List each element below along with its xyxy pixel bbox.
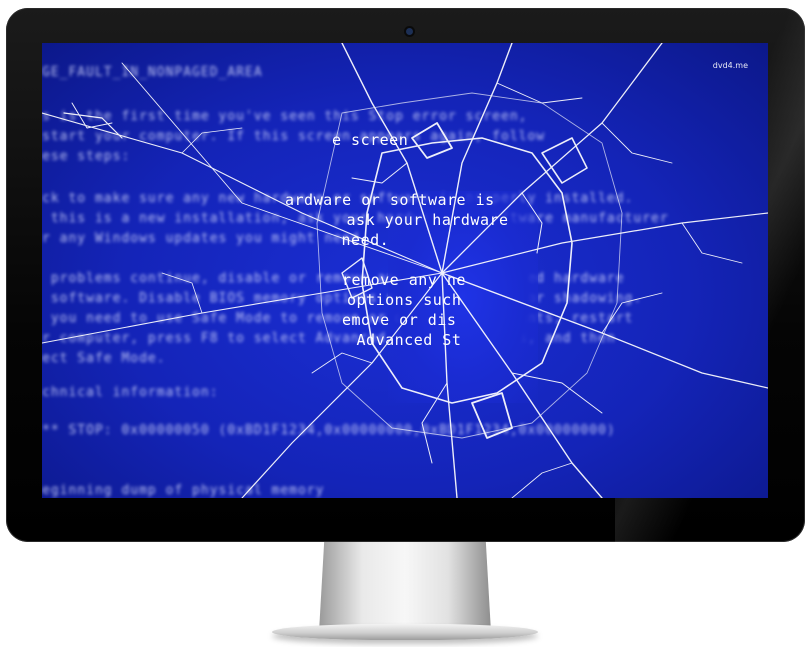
monitor-screen: GE_FAULT_IN_NONPAGED_AREA s is the first…: [42, 43, 768, 498]
webcam-icon: [406, 28, 413, 35]
monitor-stand-base: [272, 624, 538, 640]
monitor-stand-neck: [319, 542, 491, 632]
shattered-glass-cracks: [42, 43, 768, 498]
